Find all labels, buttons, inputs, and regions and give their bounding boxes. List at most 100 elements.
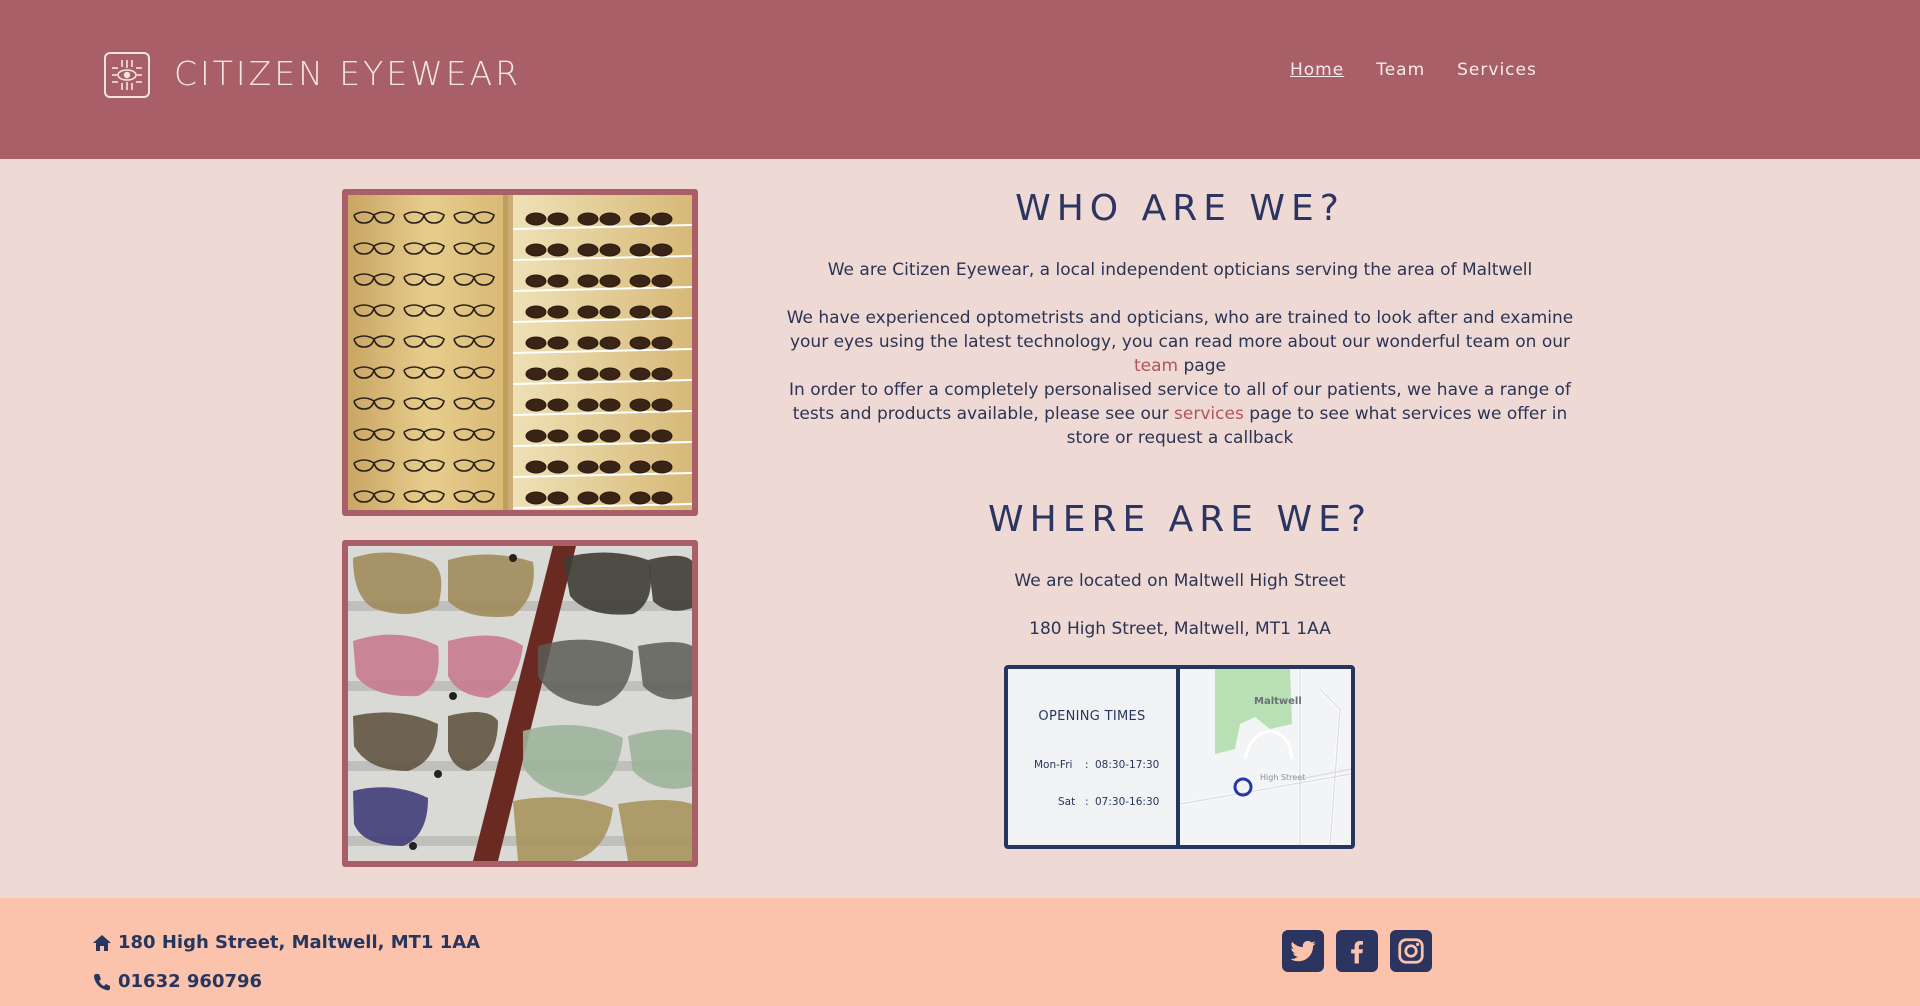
sunglass-lens [525, 398, 547, 412]
footer-address-text: 180 High Street, Maltwell, MT1 1AA [118, 932, 481, 953]
sunglass-lens [599, 429, 621, 443]
sunglass-lens [651, 491, 673, 505]
sunglass-lens [651, 305, 673, 319]
sunglass-lens [629, 336, 651, 350]
sunglass-lens [547, 336, 569, 350]
opening-times-title: OPENING TIMES [1038, 709, 1146, 724]
footer-address: 180 High Street, Maltwell, MT1 1AA [92, 931, 480, 955]
sunglass-lens [651, 243, 673, 257]
sunglass-lens [629, 274, 651, 288]
who-heading: WHO ARE WE? [1015, 188, 1345, 229]
glasses-frames-photo [342, 540, 698, 867]
sunglass-lens [525, 212, 547, 226]
glasses-display-photo [342, 189, 698, 516]
sunglass-lens [599, 243, 621, 257]
where-address-wrap: 180 High Street, Maltwell, MT1 1AA [775, 617, 1585, 641]
sunglass-lens [629, 212, 651, 226]
row-monfri-day: Mon-Fri [1034, 759, 1073, 771]
row-sat-day: Sat [1058, 796, 1076, 808]
sunglass-lens [629, 429, 651, 443]
row-monfri-hours: 08:30-17:30 [1095, 759, 1160, 771]
sunglass-lens [577, 274, 599, 288]
sunglass-lens [651, 274, 673, 288]
twitter-icon[interactable] [1282, 930, 1324, 972]
who-p3-wrap: In order to offer a completely personali… [775, 378, 1585, 450]
sunglass-lens [525, 274, 547, 288]
sunglass-lens [651, 460, 673, 474]
sunglass-lens [599, 491, 621, 505]
sunglass-lens [547, 274, 569, 288]
home-icon [93, 935, 111, 951]
sunglass-lens [525, 305, 547, 319]
row-monfri-sep: : [1085, 759, 1089, 771]
sunglass-lens [599, 212, 621, 226]
nav-team[interactable]: Team [1376, 58, 1425, 82]
sunglass-lens [577, 212, 599, 226]
sunglass-lens [599, 367, 621, 381]
sunglass-lens [629, 460, 651, 474]
sunglass-lens [577, 243, 599, 257]
sunglass-lens [599, 460, 621, 474]
main-nav: Home Team Services [1290, 58, 1569, 82]
sunglass-lens [629, 305, 651, 319]
sunglass-lens [525, 243, 547, 257]
sunglass-lens [599, 398, 621, 412]
sunglass-lens [577, 398, 599, 412]
sunglass-lens [629, 367, 651, 381]
where-p1-wrap: We are located on Maltwell High Street [775, 569, 1585, 593]
sunglass-lens [577, 491, 599, 505]
sunglass-lens [547, 398, 569, 412]
sunglass-lens [547, 429, 569, 443]
who-services-text: In order to offer a completely personali… [789, 380, 1571, 448]
site-header: CITIZEN EYEWEAR Home Team Services [0, 0, 1920, 159]
sunglass-lens [525, 429, 547, 443]
sunglass-lens [547, 305, 569, 319]
sunglass-lens [577, 429, 599, 443]
who-section: WHO ARE WE? [775, 187, 1585, 231]
eye-logo-icon[interactable] [104, 52, 150, 98]
sunglass-lens [599, 305, 621, 319]
footer-phone[interactable]: 01632 960796 [92, 970, 262, 994]
row-sat-hours: 07:30-16:30 [1095, 796, 1160, 808]
sunglass-lens [577, 336, 599, 350]
sunglass-lens [525, 336, 547, 350]
sunglass-lens [651, 429, 673, 443]
opening-times-panel: OPENING TIMES Mon-Fri : 08:30-17:30 Sat … [1008, 669, 1180, 845]
sunglass-lens [525, 367, 547, 381]
sunglass-lens [547, 212, 569, 226]
who-intro-text: We are Citizen Eyewear, a local independ… [827, 260, 1533, 280]
where-location-text: We are located on Maltwell High Street [1014, 571, 1346, 591]
sunglass-lens [525, 491, 547, 505]
who-team-text: We have experienced optometrists and opt… [786, 308, 1574, 376]
sunglass-lens [651, 212, 673, 226]
sunglass-lens [651, 336, 673, 350]
sunglass-lens [629, 243, 651, 257]
services-link[interactable]: services [1174, 404, 1244, 424]
where-address-text: 180 High Street, Maltwell, MT1 1AA [1029, 619, 1331, 639]
who-p1-wrap: We are Citizen Eyewear, a local independ… [775, 258, 1585, 282]
instagram-icon[interactable] [1390, 930, 1432, 972]
sunglass-lens [577, 460, 599, 474]
where-section: WHERE ARE WE? [775, 498, 1585, 542]
sunglass-lens [577, 305, 599, 319]
sunglass-lens [599, 336, 621, 350]
sunglass-lens [525, 460, 547, 474]
sunglass-lens [547, 367, 569, 381]
team-link[interactable]: team [1134, 356, 1178, 376]
map-street-label: High Street [1260, 773, 1305, 782]
phone-icon [94, 974, 110, 991]
brand-name[interactable]: CITIZEN EYEWEAR [174, 54, 521, 94]
sunglass-lens [547, 491, 569, 505]
row-sat-sep: : [1085, 796, 1089, 808]
opening-times-card: OPENING TIMES Mon-Fri : 08:30-17:30 Sat … [1004, 665, 1355, 849]
nav-home[interactable]: Home [1290, 58, 1344, 82]
sunglass-lens [547, 243, 569, 257]
sunglass-lens [629, 491, 651, 505]
where-heading: WHERE ARE WE? [988, 499, 1372, 540]
sunglass-lens [599, 274, 621, 288]
facebook-icon[interactable] [1336, 930, 1378, 972]
nav-services[interactable]: Services [1457, 58, 1537, 82]
location-map[interactable]: Maltwell High Street [1180, 669, 1351, 845]
sunglass-lens [547, 460, 569, 474]
social-links [1282, 930, 1432, 972]
